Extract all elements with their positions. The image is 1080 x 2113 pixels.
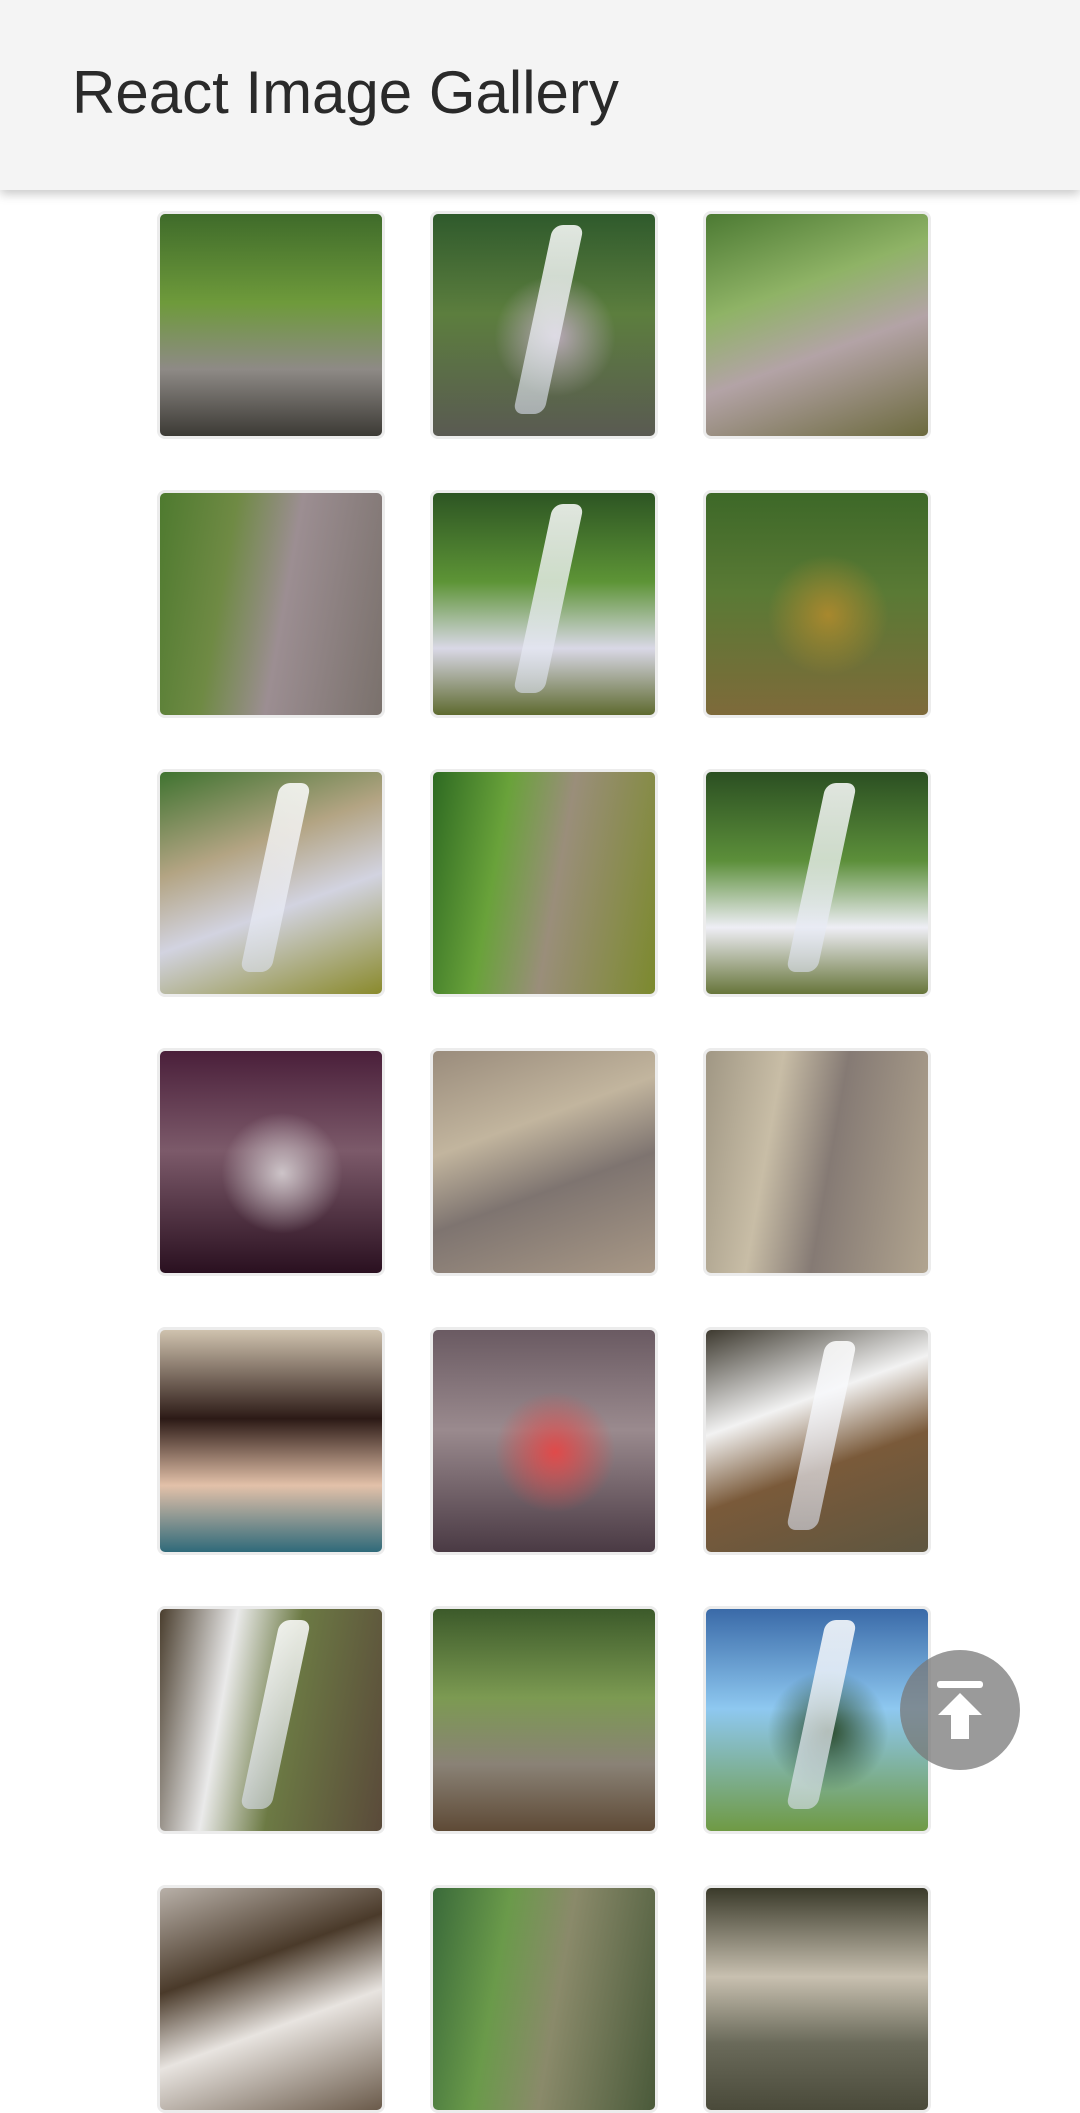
image-gallery-grid xyxy=(0,0,1080,2113)
app-header: React Image Gallery xyxy=(0,0,1080,190)
water-streak xyxy=(239,1620,312,1809)
thumbnail-4[interactable] xyxy=(157,490,385,718)
thumbnail-15[interactable] xyxy=(703,1327,931,1555)
thumbnail-8[interactable] xyxy=(430,769,658,997)
thumbnail-image xyxy=(706,1330,928,1552)
thumbnail-14[interactable] xyxy=(430,1327,658,1555)
thumbnail-image xyxy=(433,772,655,994)
water-streak xyxy=(785,1341,858,1530)
thumbnail-17[interactable] xyxy=(430,1606,658,1834)
thumbnail-21[interactable] xyxy=(703,1885,931,2113)
scroll-to-top-button[interactable] xyxy=(900,1650,1020,1770)
thumbnail-image xyxy=(160,772,382,994)
thumbnail-5[interactable] xyxy=(430,490,658,718)
thumbnail-10[interactable] xyxy=(157,1048,385,1276)
page-title: React Image Gallery xyxy=(72,59,619,126)
water-streak xyxy=(239,783,312,972)
thumbnail-18[interactable] xyxy=(703,1606,931,1834)
thumbnail-image xyxy=(160,1888,382,2110)
thumbnail-11[interactable] xyxy=(430,1048,658,1276)
thumbnail-image xyxy=(160,1609,382,1831)
water-streak xyxy=(785,1620,858,1809)
thumbnail-image xyxy=(706,772,928,994)
arrow-up-to-line-icon xyxy=(937,1681,983,1739)
thumbnail-image xyxy=(433,214,655,436)
water-streak xyxy=(512,225,585,414)
thumbnail-19[interactable] xyxy=(157,1885,385,2113)
water-streak xyxy=(512,504,585,693)
thumbnail-image xyxy=(706,214,928,436)
thumbnail-12[interactable] xyxy=(703,1048,931,1276)
thumbnail-image xyxy=(706,1051,928,1273)
thumbnail-image xyxy=(433,1609,655,1831)
thumbnail-6[interactable] xyxy=(703,490,931,718)
thumbnail-image xyxy=(433,1888,655,2110)
thumbnail-image xyxy=(433,1051,655,1273)
thumbnail-3[interactable] xyxy=(703,211,931,439)
thumbnail-image xyxy=(706,1609,928,1831)
thumbnail-9[interactable] xyxy=(703,769,931,997)
thumbnail-16[interactable] xyxy=(157,1606,385,1834)
thumbnail-13[interactable] xyxy=(157,1327,385,1555)
water-streak xyxy=(785,783,858,972)
thumbnail-20[interactable] xyxy=(430,1885,658,2113)
thumbnail-image xyxy=(160,1330,382,1552)
thumbnail-image xyxy=(160,1051,382,1273)
thumbnail-image xyxy=(160,493,382,715)
thumbnail-image xyxy=(160,214,382,436)
thumbnail-2[interactable] xyxy=(430,211,658,439)
thumbnail-image xyxy=(706,1888,928,2110)
thumbnail-image xyxy=(433,493,655,715)
thumbnail-7[interactable] xyxy=(157,769,385,997)
thumbnail-1[interactable] xyxy=(157,211,385,439)
thumbnail-image xyxy=(433,1330,655,1552)
thumbnail-image xyxy=(706,493,928,715)
